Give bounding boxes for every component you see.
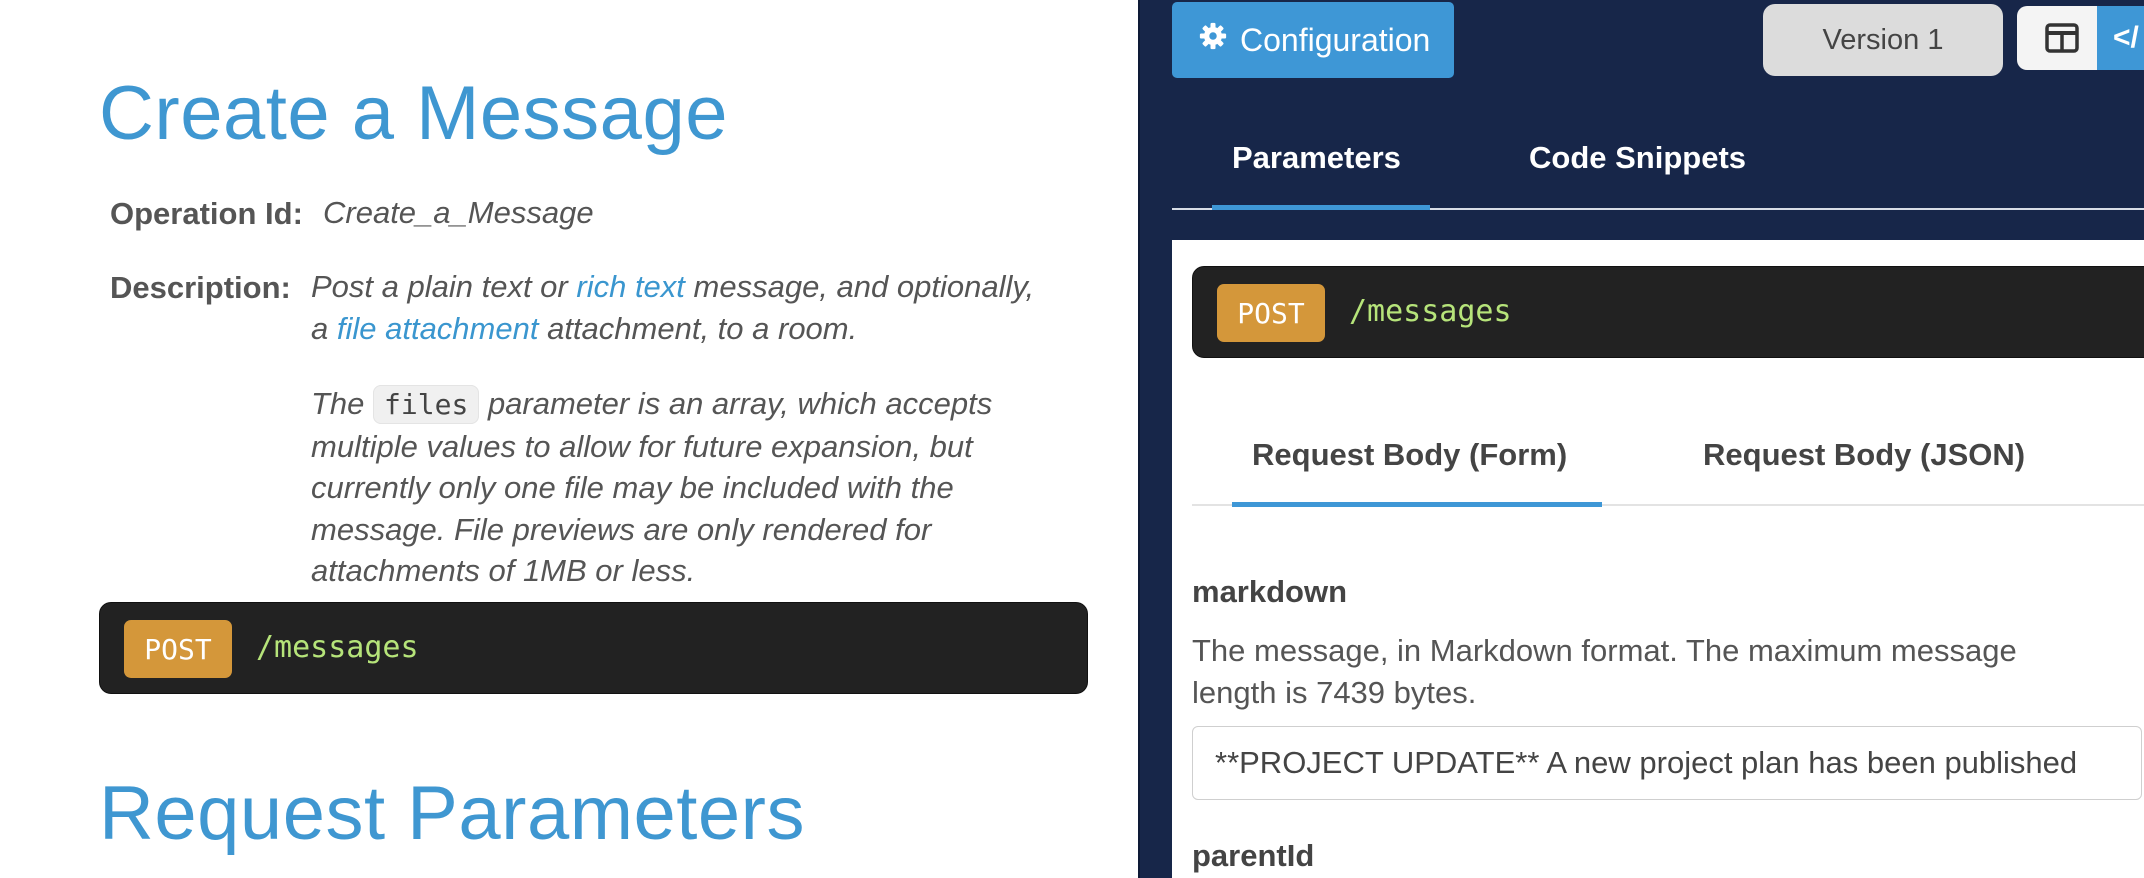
split-view-icon[interactable] xyxy=(2045,23,2079,58)
operation-id-value: Create_a_Message xyxy=(323,195,594,230)
file-attachment-link[interactable]: file attachment xyxy=(337,311,539,346)
console-method-badge: POST xyxy=(1217,284,1325,342)
files-note-line-1: The files parameter is an array, which a… xyxy=(311,383,1091,426)
configuration-button[interactable]: Configuration xyxy=(1172,2,1454,78)
active-tab-indicator xyxy=(1212,205,1430,210)
gear-icon xyxy=(1198,21,1228,59)
documentation-pane: Create a Message Operation Id: Create_a_… xyxy=(0,0,1140,878)
tab-parameters[interactable]: Parameters xyxy=(1232,140,1401,176)
console-endpoint-block: POST /messages xyxy=(1192,266,2144,358)
endpoint-path: /messages xyxy=(256,630,419,665)
description-label: Description: xyxy=(110,270,291,305)
tab-code-snippets[interactable]: Code Snippets xyxy=(1529,140,1746,176)
files-code-chip: files xyxy=(373,385,480,424)
files-note-text: The xyxy=(311,386,374,421)
desc-text: attachment, to a room. xyxy=(538,310,858,346)
method-badge: POST xyxy=(124,620,232,678)
files-note-line-5: attachments of 1MB or less. xyxy=(311,553,696,588)
operation-id-label: Operation Id: xyxy=(110,196,303,231)
code-view-button[interactable]: </ xyxy=(2097,6,2144,70)
files-note-text: parameter is an array, which accepts xyxy=(479,386,993,421)
description-text: Post a plain text or rich text message, … xyxy=(311,266,1091,349)
view-toggle[interactable]: </ xyxy=(2017,6,2144,70)
active-subtab-indicator xyxy=(1232,502,1602,507)
files-note: The files parameter is an array, which a… xyxy=(311,383,1091,592)
version-selector[interactable]: Version 1 xyxy=(1763,4,2003,76)
description-line-1: Post a plain text or rich text message, … xyxy=(311,266,1091,308)
subtab-request-body-json[interactable]: Request Body (JSON) xyxy=(1703,437,2025,473)
subtab-request-body-form[interactable]: Request Body (Form) xyxy=(1252,437,1567,473)
files-note-line-2: multiple values to allow for future expa… xyxy=(311,428,973,464)
desc-text: message, and optionally, xyxy=(684,269,1035,304)
files-note-line-3: currently only one file may be included … xyxy=(311,470,954,505)
param-markdown-description: The message, in Markdown format. The max… xyxy=(1192,633,2017,710)
desc-text: a xyxy=(311,310,337,346)
configuration-label: Configuration xyxy=(1240,21,1431,58)
param-parentid-name: parentId xyxy=(1192,838,1315,873)
api-console-pane: Configuration Version 1 </ Parameters Co… xyxy=(1140,0,2144,878)
markdown-input[interactable] xyxy=(1192,726,2142,800)
endpoint-block: POST /messages xyxy=(99,602,1088,694)
files-note-line-4: message. File previews are only rendered… xyxy=(311,511,932,547)
section-title: Request Parameters xyxy=(99,771,805,856)
desc-text: Post a plain text or xyxy=(311,269,577,304)
rich-text-link[interactable]: rich text xyxy=(576,269,685,304)
console-endpoint-path: /messages xyxy=(1349,294,1512,329)
param-markdown-name: markdown xyxy=(1192,574,1348,609)
description-line-2: a file attachment attachment, to a room. xyxy=(311,308,1091,350)
page-title: Create a Message xyxy=(99,71,728,156)
